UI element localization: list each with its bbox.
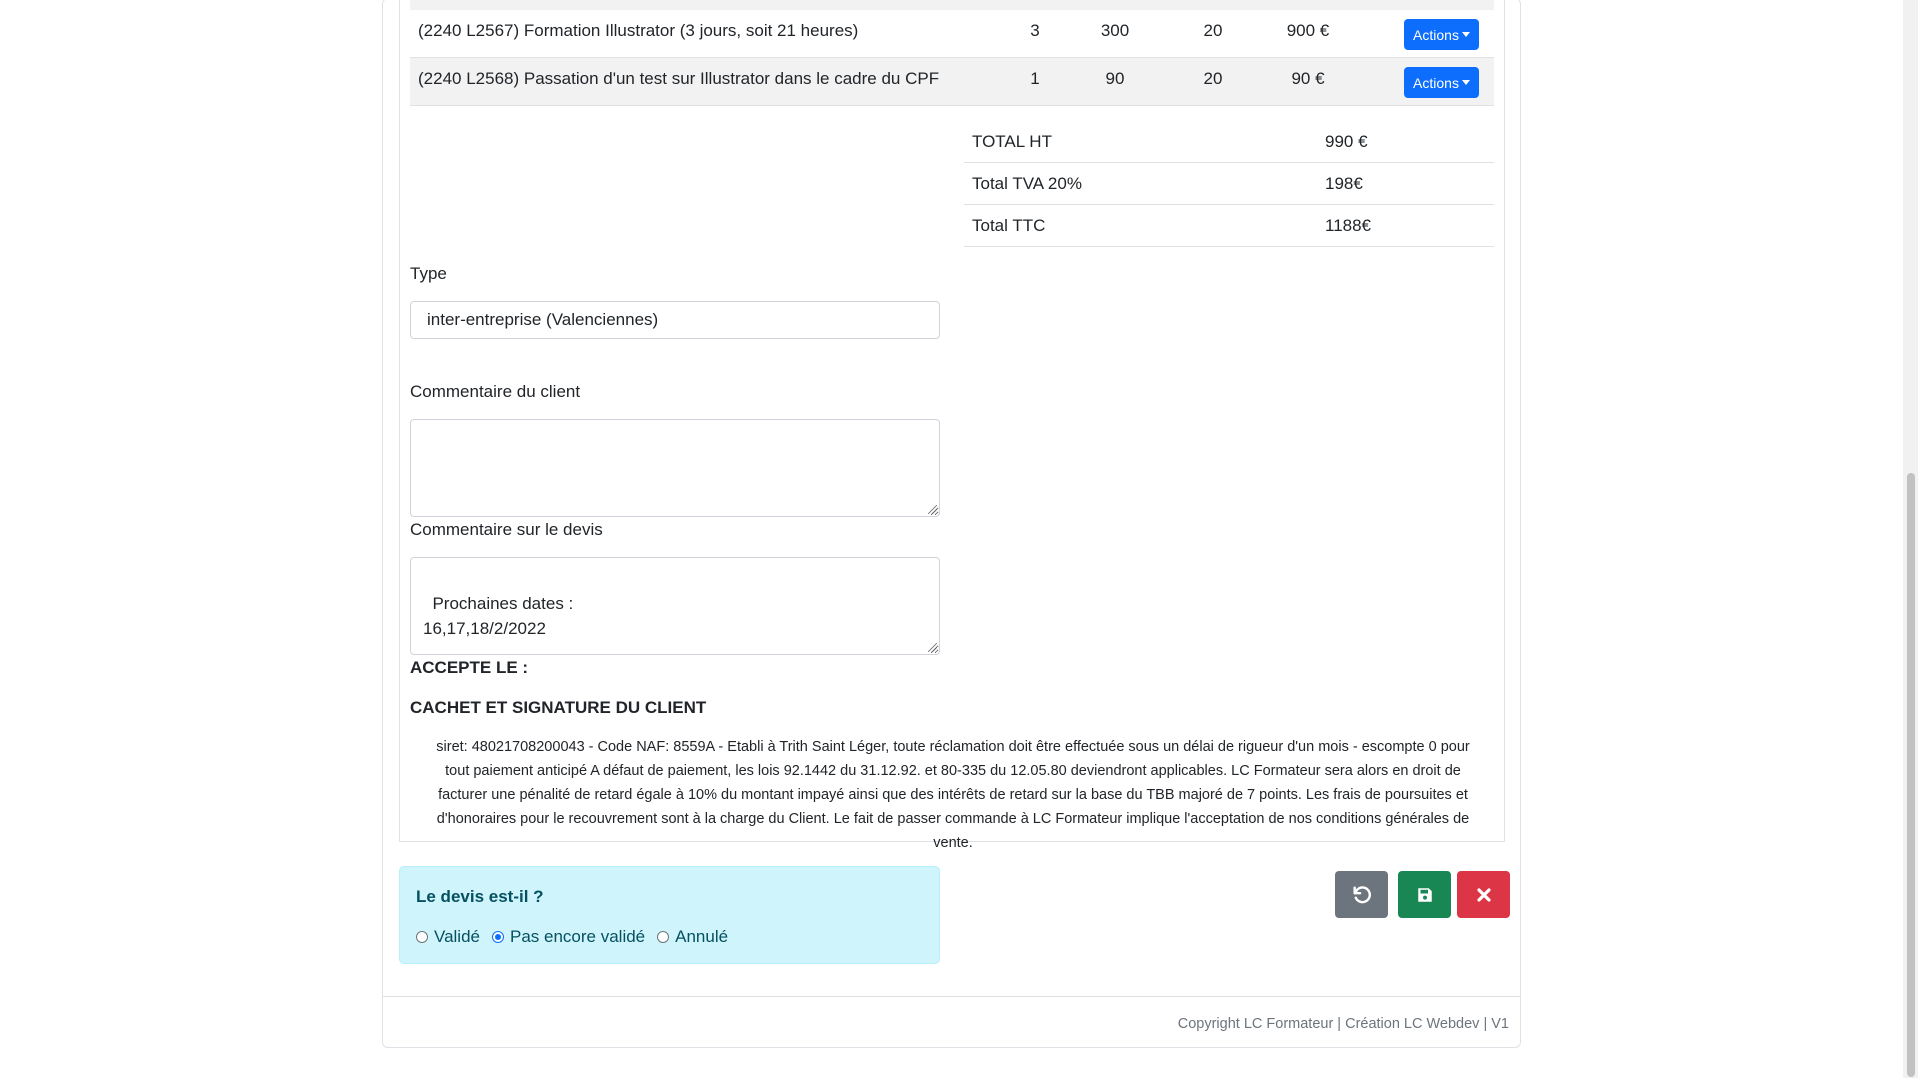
resize-handle-icon[interactable] bbox=[928, 643, 937, 652]
total-label: TOTAL HT bbox=[972, 132, 1052, 151]
table-row: (2240 L2568) Passation d'un test sur Ill… bbox=[410, 58, 1494, 106]
close-icon bbox=[1476, 887, 1491, 902]
line-quantity: 1 bbox=[1030, 69, 1040, 88]
footer-copyright: Copyright LC Formateur | Création LC Web… bbox=[1177, 1016, 1509, 1032]
scrollbar[interactable] bbox=[1903, 0, 1918, 1078]
line-designation: (2240 L2568) Passation d'un test sur Ill… bbox=[418, 69, 940, 88]
total-value: 198€ bbox=[1325, 174, 1363, 193]
save-button[interactable] bbox=[1398, 871, 1451, 918]
radio-cancelled[interactable]: Annulé bbox=[657, 927, 728, 947]
save-icon bbox=[1417, 887, 1432, 902]
radio-label: Pas encore validé bbox=[510, 927, 646, 946]
line-designation: (2240 L2567) Formation Illustrator (3 jo… bbox=[418, 21, 859, 40]
line-unit-price: 90 bbox=[1105, 69, 1125, 88]
client-comment-textarea[interactable] bbox=[410, 419, 940, 517]
actions-label: Actions bbox=[1413, 74, 1459, 91]
legal-terms: siret: 48021708200043 - Code NAF: 8559A … bbox=[436, 739, 1470, 851]
client-comment-label: Commentaire du client bbox=[410, 382, 581, 401]
radio-label: Validé bbox=[434, 927, 480, 946]
radio-button[interactable] bbox=[657, 931, 670, 943]
status-radio-group: Validé Pas encore validé Annulé bbox=[416, 927, 740, 947]
totals-row-ttc: Total TTC 1188€ bbox=[964, 205, 1494, 247]
line-total: 900 € bbox=[1286, 21, 1330, 40]
radio-button[interactable] bbox=[416, 931, 428, 943]
line-quantity: 3 bbox=[1030, 21, 1040, 40]
quote-status-panel: Le devis est-il ? Validé Pas encore vali… bbox=[399, 866, 940, 964]
accepted-on-label: ACCEPTE LE : bbox=[410, 658, 529, 677]
undo-icon bbox=[1352, 885, 1371, 903]
line-total: 90 € bbox=[1291, 69, 1325, 88]
footer-divider bbox=[383, 996, 1520, 997]
line-unit-price: 300 bbox=[1100, 21, 1130, 40]
actions-dropdown-button[interactable]: Actions bbox=[1404, 67, 1479, 98]
radio-label: Annulé bbox=[675, 927, 729, 946]
actions-dropdown-button[interactable]: Actions bbox=[1404, 19, 1479, 50]
radio-not-yet-validated[interactable]: Pas encore validé bbox=[492, 927, 645, 947]
resize-handle-icon[interactable] bbox=[928, 505, 937, 514]
type-field[interactable]: inter-entreprise (Valenciennes) bbox=[410, 301, 940, 339]
quote-comment-label: Commentaire sur le devis bbox=[410, 520, 603, 539]
totals-table: TOTAL HT 990 € Total TVA 20% 198€ Total … bbox=[964, 121, 1494, 247]
line-vat-rate: 20 bbox=[1203, 69, 1223, 88]
total-value: 990 € bbox=[1325, 132, 1368, 151]
total-value: 1188€ bbox=[1325, 216, 1372, 235]
radio-button[interactable] bbox=[492, 931, 504, 943]
scrollbar-thumb[interactable] bbox=[1907, 473, 1915, 1077]
totals-row-ht: TOTAL HT 990 € bbox=[964, 121, 1494, 163]
quote-comment-value: Prochaines dates : 16,17,18/2/2022 bbox=[423, 594, 574, 638]
type-label: Type bbox=[410, 264, 447, 283]
stamp-signature-label: CACHET ET SIGNATURE DU CLIENT bbox=[410, 698, 707, 717]
actions-label: Actions bbox=[1413, 26, 1459, 43]
caret-down-icon bbox=[1461, 80, 1470, 85]
quote-comment-textarea[interactable]: Prochaines dates : 16,17,18/2/2022 bbox=[410, 557, 940, 655]
caret-down-icon bbox=[1461, 32, 1470, 37]
total-label: Total TVA 20% bbox=[972, 174, 1082, 193]
reset-button[interactable] bbox=[1335, 871, 1388, 918]
total-label: Total TTC bbox=[972, 216, 1046, 235]
radio-validated[interactable]: Validé bbox=[416, 927, 480, 947]
totals-row-vat: Total TVA 20% 198€ bbox=[964, 163, 1494, 205]
status-question: Le devis est-il ? bbox=[416, 887, 544, 906]
table-row: (2240 L2567) Formation Illustrator (3 jo… bbox=[410, 10, 1494, 58]
cancel-button[interactable] bbox=[1457, 871, 1510, 918]
line-vat-rate: 20 bbox=[1203, 21, 1223, 40]
